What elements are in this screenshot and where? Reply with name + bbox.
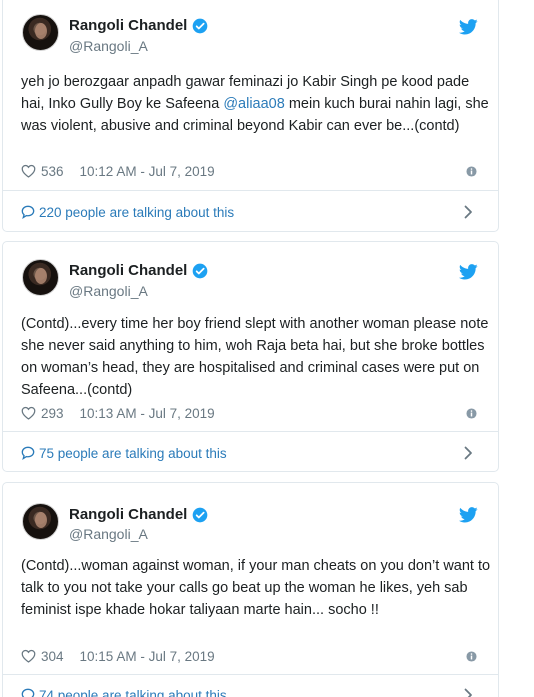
tweet-text: yeh jo berozgaar anpadh gawar feminazi j… [21, 74, 489, 134]
timestamp[interactable]: 10:15 AM - Jul 7, 2019 [80, 649, 215, 664]
heart-icon[interactable] [21, 406, 36, 420]
chevron-right-icon[interactable] [464, 688, 473, 697]
divider [3, 674, 498, 675]
talking-link[interactable]: 75 people are talking about this [21, 443, 485, 463]
like-count: 304 [41, 648, 64, 664]
avatar[interactable] [22, 503, 59, 540]
tweet-meta: 304 10:15 AM - Jul 7, 2019 [21, 647, 485, 665]
twitter-bird-icon[interactable] [459, 264, 478, 280]
author-handle[interactable]: @Rangoli_A [69, 526, 148, 542]
tweet-text: (Contd)...woman against woman, if your m… [21, 558, 491, 618]
heart-icon[interactable] [21, 649, 36, 663]
divider [3, 190, 498, 191]
avatar[interactable] [22, 259, 59, 296]
talking-text[interactable]: 74 people are talking about this [39, 688, 227, 697]
talking-link[interactable]: 220 people are talking about this [21, 202, 485, 222]
twitter-bird-icon[interactable] [459, 19, 478, 35]
divider [3, 431, 498, 432]
author-handle[interactable]: @Rangoli_A [69, 283, 148, 299]
author-name-text[interactable]: Rangoli Chandel [69, 17, 187, 34]
talking-text[interactable]: 220 people are talking about this [39, 205, 234, 220]
author-name[interactable]: Rangoli Chandel [69, 262, 208, 279]
tweet-meta: 536 10:12 AM - Jul 7, 2019 [21, 162, 485, 180]
tweet-meta: 293 10:13 AM - Jul 7, 2019 [21, 404, 485, 422]
tweet-card[interactable]: Rangoli Chandel @Rangoli_A yeh jo berozg… [2, 0, 499, 232]
info-icon[interactable] [466, 407, 477, 419]
author-name-text[interactable]: Rangoli Chandel [69, 506, 187, 523]
author-name-text[interactable]: Rangoli Chandel [69, 262, 187, 279]
verified-badge-icon [193, 18, 208, 33]
tweet-card[interactable]: Rangoli Chandel @Rangoli_A (Contd)...eve… [2, 241, 499, 472]
avatar[interactable] [22, 14, 59, 51]
comment-bubble-icon [21, 688, 35, 697]
info-icon[interactable] [466, 650, 477, 662]
verified-badge-icon [193, 263, 208, 278]
talking-text[interactable]: 75 people are talking about this [39, 446, 227, 461]
author-name[interactable]: Rangoli Chandel [69, 17, 208, 34]
tweet-text: (Contd)...every time her boy friend slep… [21, 316, 489, 398]
author-handle[interactable]: @Rangoli_A [69, 38, 148, 54]
verified-badge-icon [193, 507, 208, 522]
chevron-right-icon[interactable] [464, 446, 473, 460]
info-icon[interactable] [466, 165, 477, 177]
twitter-bird-icon[interactable] [459, 507, 478, 523]
author-name[interactable]: Rangoli Chandel [69, 506, 208, 523]
mention-link[interactable]: @aliaa08 [223, 96, 284, 112]
timestamp[interactable]: 10:13 AM - Jul 7, 2019 [80, 406, 215, 421]
heart-icon[interactable] [21, 164, 36, 178]
chevron-right-icon[interactable] [464, 205, 473, 219]
tweet-card[interactable]: Rangoli Chandel @Rangoli_A (Contd)...wom… [2, 482, 499, 697]
like-count: 293 [41, 405, 64, 421]
like-count: 536 [41, 163, 64, 179]
comment-bubble-icon [21, 446, 35, 460]
comment-bubble-icon [21, 205, 35, 219]
talking-link[interactable]: 74 people are talking about this [21, 685, 485, 697]
timestamp[interactable]: 10:12 AM - Jul 7, 2019 [80, 164, 215, 179]
